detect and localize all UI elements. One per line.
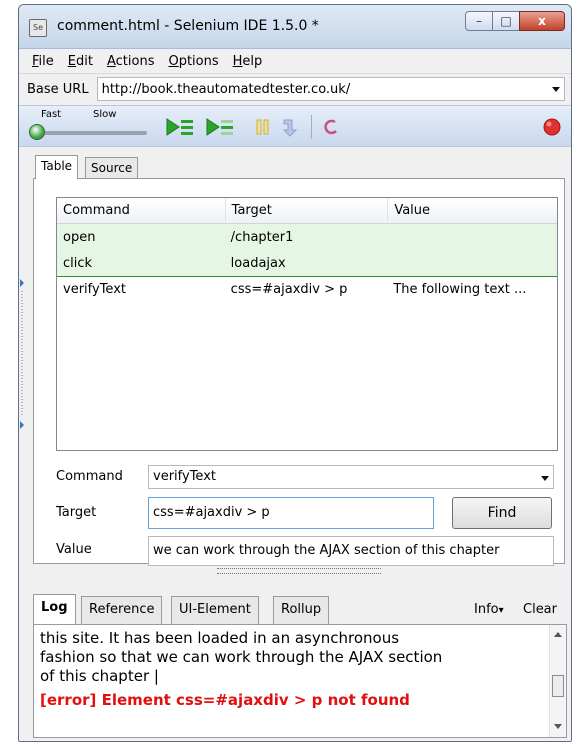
window-title: comment.html - Selenium IDE 1.5.0 * [57, 18, 319, 34]
menu-options-label: ptions [178, 54, 219, 69]
base-url-bar: Base URL http://book.theautomatedtester.… [19, 75, 571, 103]
editor-area: Table Source Command Target Value open /… [19, 151, 571, 566]
chevron-down-icon[interactable] [552, 87, 560, 92]
clear-log-button[interactable]: Clear [523, 602, 557, 617]
tab-ui-element[interactable]: UI-Element [171, 596, 259, 624]
menu-edit-accesskey: E [67, 54, 76, 69]
row-command: open [63, 229, 96, 245]
pause-icon[interactable] [255, 116, 271, 138]
play-current-icon[interactable] [205, 116, 235, 138]
table-row[interactable]: open /chapter1 [57, 224, 557, 250]
target-input-value: css=#ajaxdiv > p [153, 505, 270, 520]
scroll-up-icon[interactable] [554, 632, 562, 637]
log-error-line: [error] Element css=#ajaxdiv > p not fou… [40, 691, 410, 709]
find-button[interactable]: Find [452, 497, 552, 529]
row-value: The following text ... [393, 282, 527, 297]
maximize-button[interactable]: □ [492, 11, 520, 31]
command-table: Command Target Value open /chapter1 clic… [56, 197, 558, 451]
minimize-button[interactable]: – [465, 11, 493, 31]
menu-options[interactable]: Options [161, 54, 225, 69]
row-target: css=#ajaxdiv > p [230, 282, 348, 297]
play-all-icon[interactable] [165, 116, 195, 138]
base-url-label: Base URL [27, 81, 89, 97]
speed-slider-handle[interactable] [29, 124, 45, 140]
row-target: /chapter1 [230, 229, 294, 245]
row-command: click [63, 255, 93, 271]
left-splitter-grip[interactable] [20, 279, 24, 429]
info-menu-button[interactable]: Info▾ [474, 602, 504, 617]
row-command: verifyText [63, 282, 126, 297]
command-label: Command [56, 469, 123, 484]
column-header-target[interactable]: Target [224, 197, 388, 224]
table-panel: Command Target Value open /chapter1 clic… [33, 178, 565, 566]
menu-help-accesskey: H [232, 54, 243, 69]
title-bar[interactable]: Se comment.html - Selenium IDE 1.5.0 * –… [19, 5, 571, 49]
menu-edit[interactable]: Edit [61, 54, 100, 69]
table-header-row: Command Target Value [57, 197, 557, 224]
speed-slider-track[interactable] [35, 131, 147, 135]
log-line: fashion so that we can work through the … [40, 648, 443, 666]
command-select-value: verifyText [153, 469, 216, 484]
tab-log[interactable]: Log [33, 594, 76, 625]
tab-source[interactable]: Source [85, 157, 139, 179]
menu-options-accesskey: O [168, 54, 179, 69]
menu-actions-label: ctions [115, 54, 155, 69]
base-url-value: http://book.theautomatedtester.co.uk/ [101, 81, 351, 97]
record-icon[interactable] [541, 116, 563, 138]
menu-file-label: ile [38, 54, 54, 69]
tab-reference[interactable]: Reference [81, 596, 163, 624]
log-line: this site. It has been loaded in an asyn… [40, 629, 400, 647]
menu-actions[interactable]: Actions [100, 54, 162, 69]
log-scrollbar[interactable] [549, 625, 566, 737]
target-input[interactable]: css=#ajaxdiv > p [148, 497, 434, 529]
selenium-app-icon: Se [29, 19, 47, 37]
row-target: loadajax [230, 255, 286, 271]
scrollbar-thumb[interactable] [552, 675, 564, 697]
table-row[interactable]: click loadajax [57, 250, 557, 276]
tab-table[interactable]: Table [35, 155, 79, 179]
rollup-icon[interactable] [321, 116, 341, 138]
menu-edit-label: dit [76, 54, 93, 69]
log-line: of this chapter | [40, 667, 159, 685]
value-label: Value [56, 542, 92, 557]
step-icon[interactable] [281, 116, 301, 138]
base-url-input[interactable]: http://book.theautomatedtester.co.uk/ [96, 77, 565, 101]
table-row[interactable]: verifyText css=#ajaxdiv > p The followin… [57, 276, 557, 302]
bottom-pane: Log Reference UI-Element Rollup Info▾ Cl… [19, 576, 571, 741]
playback-toolbar: Fast Slow [19, 105, 571, 147]
command-select[interactable]: verifyText [148, 465, 554, 489]
close-button[interactable]: x [519, 11, 565, 31]
menu-help[interactable]: Help [226, 54, 270, 69]
column-header-command[interactable]: Command [57, 203, 225, 218]
chevron-down-icon[interactable] [541, 476, 549, 481]
menu-file[interactable]: File [25, 54, 61, 69]
value-input[interactable]: we can work through the AJAX section of … [148, 536, 554, 566]
value-input-value: we can work through the AJAX section of … [153, 543, 500, 558]
info-label: Info [474, 602, 499, 617]
speed-fast-label: Fast [41, 109, 62, 120]
menu-actions-accesskey: A [106, 54, 116, 69]
scroll-down-icon[interactable] [554, 724, 562, 729]
info-dropdown-icon: ▾ [498, 605, 504, 616]
tab-rollup[interactable]: Rollup [273, 596, 330, 624]
toolbar-divider [311, 115, 312, 139]
splitter-grip[interactable] [217, 568, 381, 574]
window-controls: – □ x [465, 11, 565, 31]
menu-bar: File Edit Actions Options Help [19, 50, 571, 74]
speed-slow-label: Slow [93, 109, 117, 120]
menu-help-label: elp [242, 54, 263, 69]
column-header-value[interactable]: Value [387, 197, 557, 224]
selenium-ide-window: Se comment.html - Selenium IDE 1.5.0 * –… [18, 4, 572, 742]
horizontal-splitter[interactable] [19, 566, 571, 576]
log-panel[interactable]: this site. It has been loaded in an asyn… [33, 624, 567, 738]
target-label: Target [56, 505, 97, 520]
